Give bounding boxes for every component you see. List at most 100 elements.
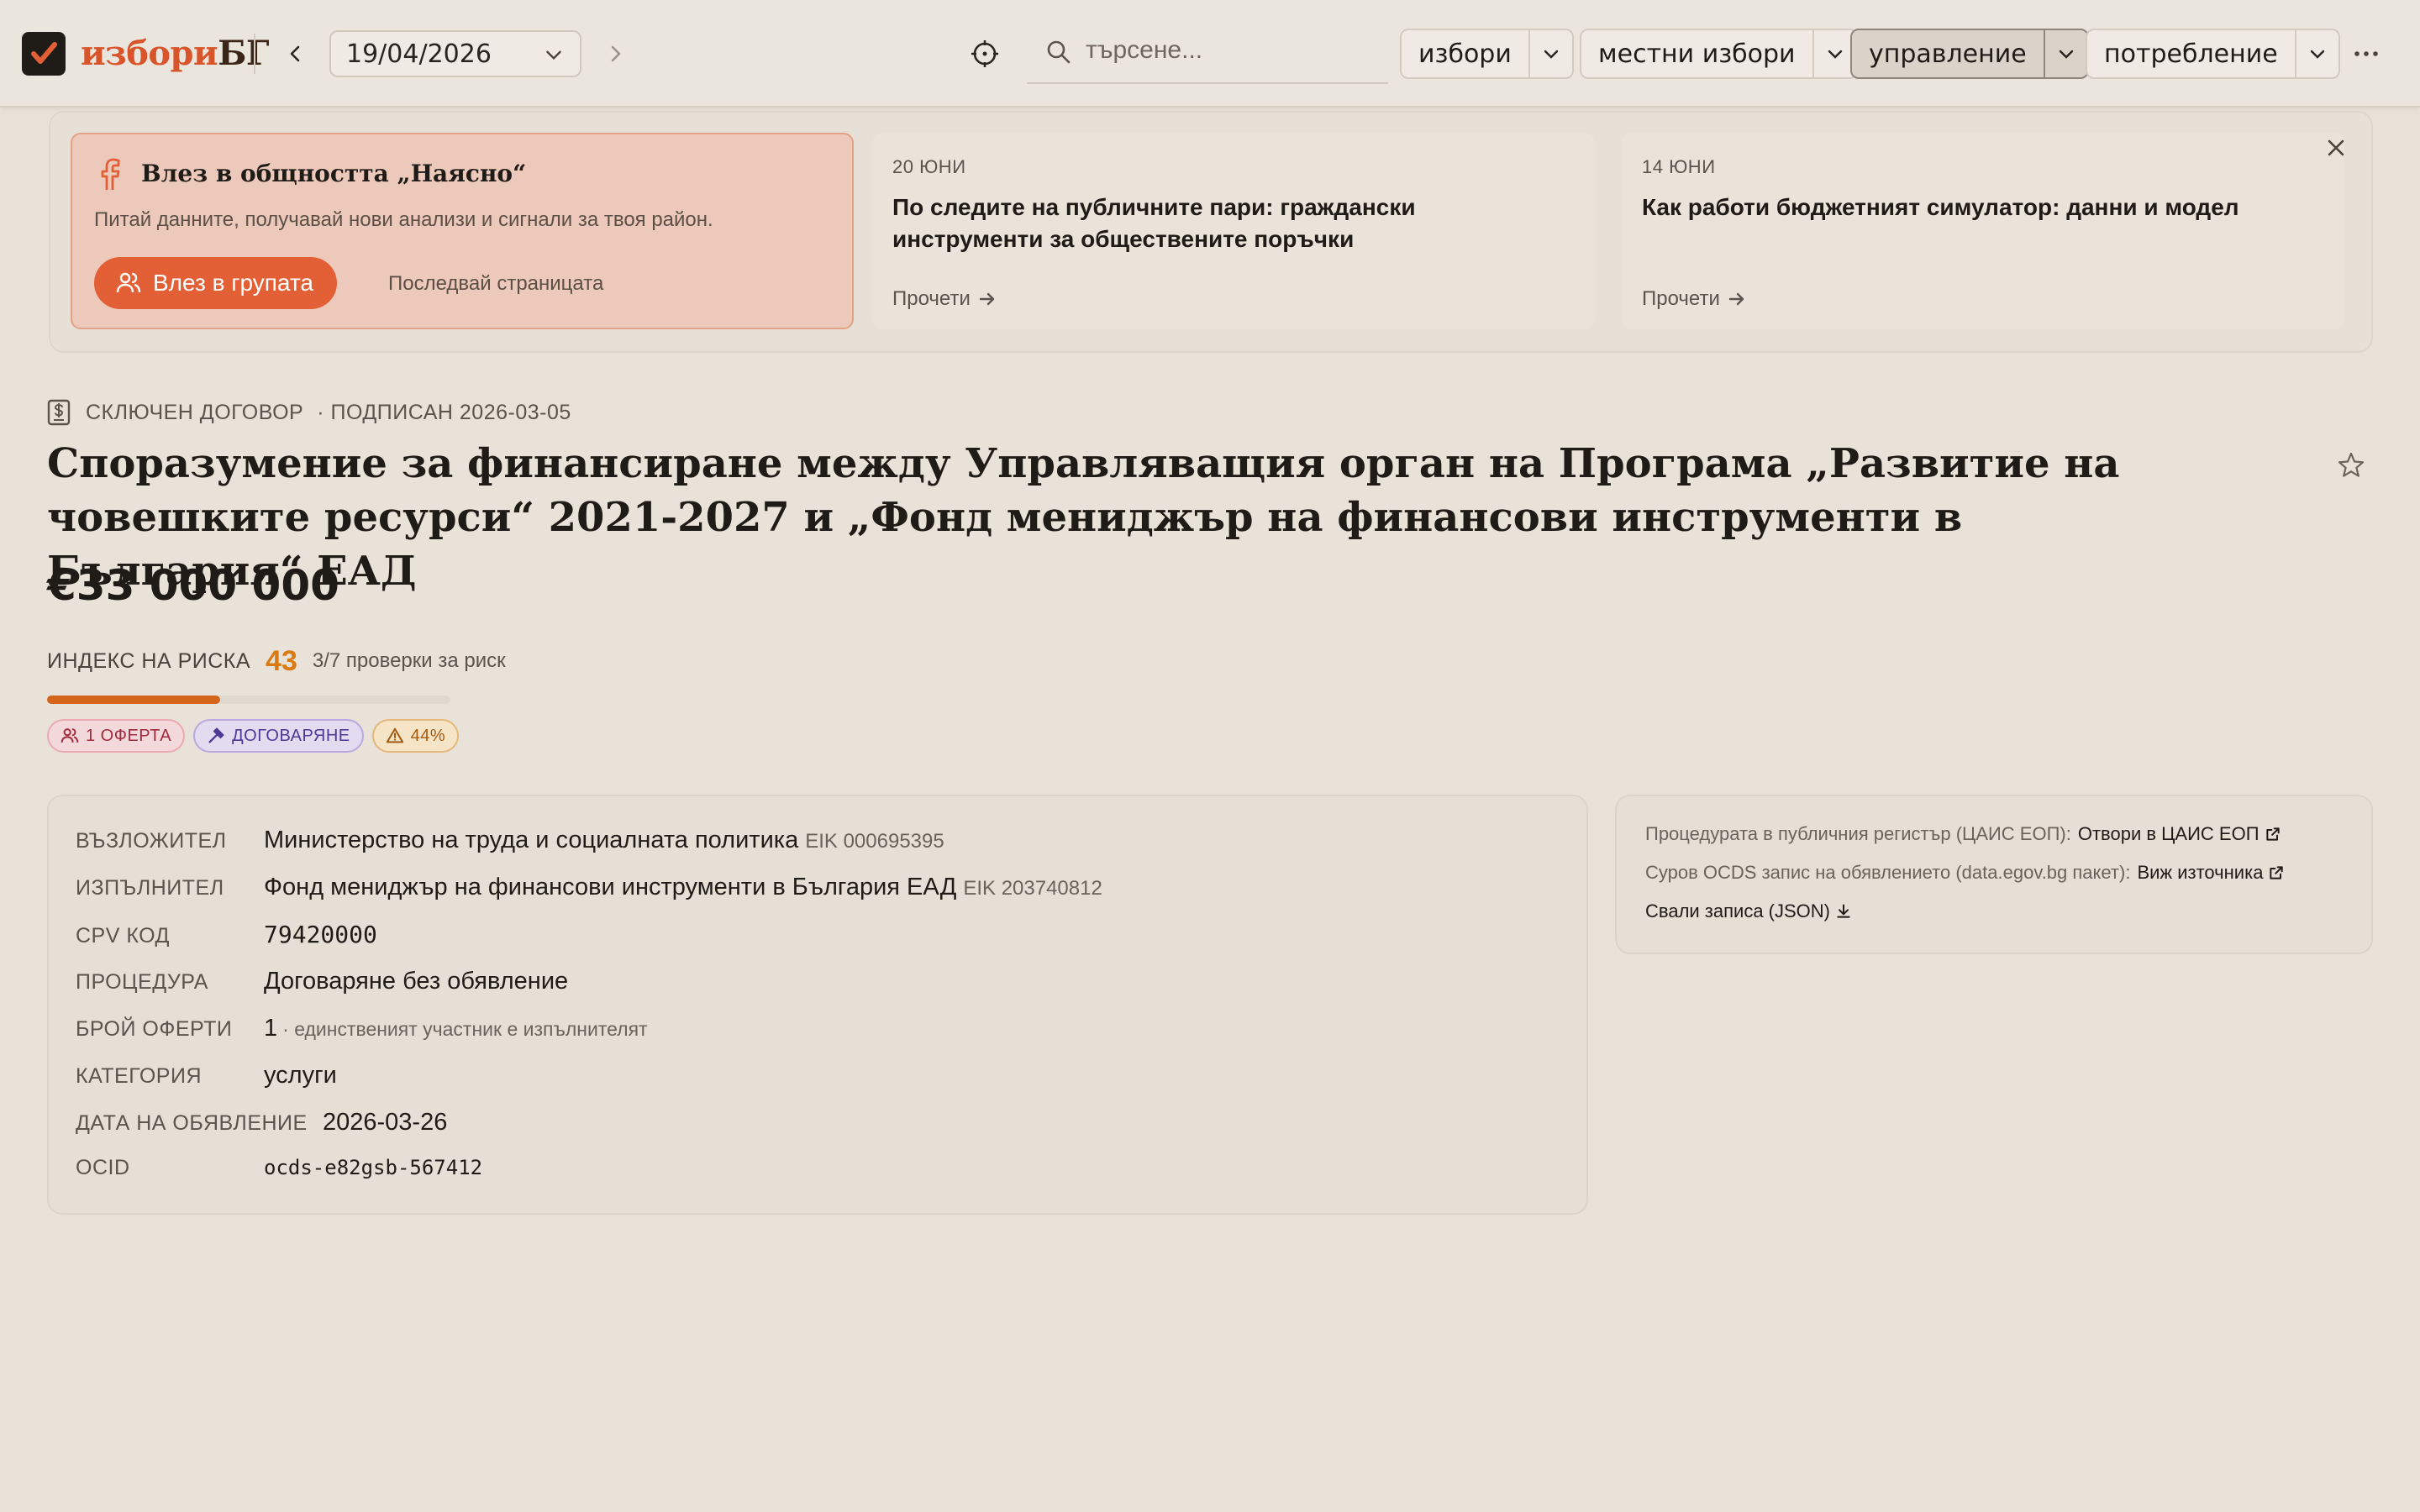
chevron-left-icon[interactable] <box>279 37 313 71</box>
join-group-button[interactable]: Влез в групата <box>94 257 337 309</box>
risk-label: ИНДЕКС НА РИСКА <box>47 648 251 673</box>
menu-upravlenie[interactable]: управление <box>1850 29 2089 79</box>
chevron-down-icon[interactable] <box>1528 30 1572 77</box>
community-title: Влез в общността „Наясно“ <box>141 160 527 187</box>
community-card: Влез в общността „Наясно“ Питай данните,… <box>71 133 854 329</box>
search-icon <box>1047 40 1071 64</box>
read-link[interactable]: Прочети <box>892 287 997 311</box>
article-card[interactable]: 14 ЮНИ Как работи бюджетният симулатор: … <box>1622 133 2344 329</box>
source-raw: Суров OCDS запис на обявлението (data.eg… <box>1645 862 2285 884</box>
detail-key: БРОЙ ОФЕРТИ <box>76 1017 233 1041</box>
source-download: Свали записа (JSON) <box>1645 900 1852 922</box>
signed-date: · ПОДПИСАН 2026-03-05 <box>317 400 571 424</box>
tag-label: 1 ОФЕРТА <box>86 726 172 745</box>
menu-label[interactable]: избори <box>1402 30 1528 77</box>
detail-key: ДАТА НА ОБЯВЛЕНИЕ <box>76 1111 308 1135</box>
article-headline[interactable]: По следите на публичните пари: гражданск… <box>892 192 1514 255</box>
read-label: Прочети <box>1642 287 1720 310</box>
community-subtitle: Питай данните, получавай нови анализи и … <box>94 208 713 231</box>
risk-index: ИНДЕКС НА РИСКА 43 3/7 проверки за риск <box>47 642 506 680</box>
detail-key: ИЗПЪЛНИТЕЛ <box>76 876 224 900</box>
follow-page-link[interactable]: Последвай страницата <box>388 272 603 296</box>
contract-type: СКЛЮЧЕН ДОГОВОР · ПОДПИСАН 2026-03-05 <box>47 399 571 426</box>
arrow-right-icon <box>979 292 995 306</box>
logo-part-2: БГ <box>218 34 269 73</box>
menu-mestni-izbori[interactable]: местни избори <box>1580 29 1858 79</box>
tag-offers: 1 ОФЕРТА <box>47 719 186 753</box>
join-group-label: Влез в групата <box>153 270 313 296</box>
date-select[interactable]: 19/04/2026 <box>329 30 581 77</box>
detail-key: CPV КОД <box>76 924 170 948</box>
menu-izbori[interactable]: избори <box>1400 29 1574 79</box>
arrow-right-icon <box>1728 292 1744 306</box>
detail-supplier: ИЗПЪЛНИТЕЛ Фонд мениджър на финансови ин… <box>76 874 1102 901</box>
link-label: Виж източника <box>2137 862 2264 883</box>
crosshair-icon[interactable] <box>968 37 1002 71</box>
tag-warning: 44% <box>371 719 460 753</box>
tag-procedure: ДОГОВАРЯНЕ <box>193 719 364 753</box>
download-json-link[interactable]: Свали записа (JSON) <box>1645 900 1852 922</box>
detail-value: 79420000 <box>264 921 377 948</box>
close-icon[interactable] <box>2323 134 2349 161</box>
risk-score: 43 <box>266 644 297 677</box>
detail-procedure: ПРОЦЕДУРА Договаряне без обявление <box>76 968 568 995</box>
menu-label[interactable]: управление <box>1852 30 2044 77</box>
users-icon <box>116 272 141 293</box>
article-card[interactable]: 20 ЮНИ По следите на публичните пари: гр… <box>872 133 1595 329</box>
detail-announce-date: ДАТА НА ОБЯВЛЕНИЕ 2026-03-26 <box>76 1109 447 1137</box>
detail-value: ocds-e82gsb-567412 <box>264 1156 483 1179</box>
source-key: Процедурата в публичния регистър (ЦАИС Е… <box>1645 823 2071 844</box>
detail-value: Договаряне без обявление <box>264 968 569 995</box>
tag-label: ДОГОВАРЯНЕ <box>232 726 350 745</box>
risk-bar <box>47 696 450 704</box>
detail-category: КАТЕГОРИЯ услуги <box>76 1062 337 1089</box>
divider <box>254 34 255 74</box>
top-bar: избориБГ 19/04/2026 избори местни избори… <box>0 0 2420 108</box>
logo-part-1: избори <box>81 34 218 73</box>
risk-bar-fill <box>47 696 221 704</box>
view-source-link[interactable]: Виж източника <box>2137 862 2285 884</box>
detail-offers: БРОЙ ОФЕРТИ 1 · единственият участник е … <box>76 1015 648 1042</box>
menu-label[interactable]: местни избори <box>1581 30 1812 77</box>
source-key: Суров OCDS запис на обявлението (data.eg… <box>1645 862 2131 883</box>
promo-strip: Влез в общността „Наясно“ Питай данните,… <box>49 111 2373 353</box>
detail-key: OCID <box>76 1156 130 1179</box>
read-label: Прочети <box>892 287 971 310</box>
detail-cpv: CPV КОД 79420000 <box>76 921 377 948</box>
open-registry-link[interactable]: Отвори в ЦАИС ЕОП <box>2078 823 2281 845</box>
chevron-right-icon[interactable] <box>598 37 632 71</box>
site-logo[interactable]: избориБГ <box>81 30 269 77</box>
users-icon <box>60 728 79 743</box>
detail-key: ВЪЗЛОЖИТЕЛ <box>76 829 227 853</box>
external-link-icon <box>2270 866 2284 879</box>
chevron-down-icon <box>546 50 561 60</box>
detail-note: · единственият участник е изпълнителят <box>282 1018 648 1040</box>
menu-potreblenie[interactable]: потребление <box>2086 29 2340 79</box>
risk-checks: 3/7 проверки за риск <box>312 649 506 672</box>
check-logo-icon[interactable] <box>22 32 66 76</box>
detail-key: КАТЕГОРИЯ <box>76 1064 203 1088</box>
chevron-down-icon[interactable] <box>2294 30 2338 77</box>
star-icon[interactable] <box>2336 450 2366 485</box>
details-card: ВЪЗЛОЖИТЕЛ Министерство на труда и социа… <box>47 795 1588 1215</box>
source-registry: Процедурата в публичния регистър (ЦАИС Е… <box>1645 823 2281 845</box>
detail-buyer: ВЪЗЛОЖИТЕЛ Министерство на труда и социа… <box>76 827 944 854</box>
menu-label[interactable]: потребление <box>2087 30 2295 77</box>
detail-value[interactable]: Министерство на труда и социалната полит… <box>264 827 798 854</box>
warning-icon <box>386 727 403 743</box>
detail-value: 2026-03-26 <box>323 1109 448 1136</box>
detail-key: ПРОЦЕДУРА <box>76 970 208 994</box>
tag-list: 1 ОФЕРТА ДОГОВАРЯНЕ 44% <box>47 719 460 753</box>
read-link[interactable]: Прочети <box>1642 287 1747 311</box>
chevron-down-icon[interactable] <box>1812 30 1856 77</box>
search-box[interactable] <box>1027 24 1388 84</box>
link-label: Свали записа (JSON) <box>1645 900 1830 921</box>
tag-label: 44% <box>410 726 446 745</box>
contract-type-label: СКЛЮЧЕН ДОГОВОР <box>86 400 304 424</box>
article-headline[interactable]: Как работи бюджетният симулатор: данни и… <box>1642 192 2264 223</box>
contract-title: Споразумение за финансиране между Управл… <box>47 440 2120 595</box>
chevron-down-icon[interactable] <box>2043 30 2087 77</box>
detail-value[interactable]: Фонд мениджър на финансови инструменти в… <box>264 874 956 901</box>
search-input[interactable] <box>1086 34 1371 67</box>
more-horizontal-icon[interactable] <box>2349 37 2383 71</box>
